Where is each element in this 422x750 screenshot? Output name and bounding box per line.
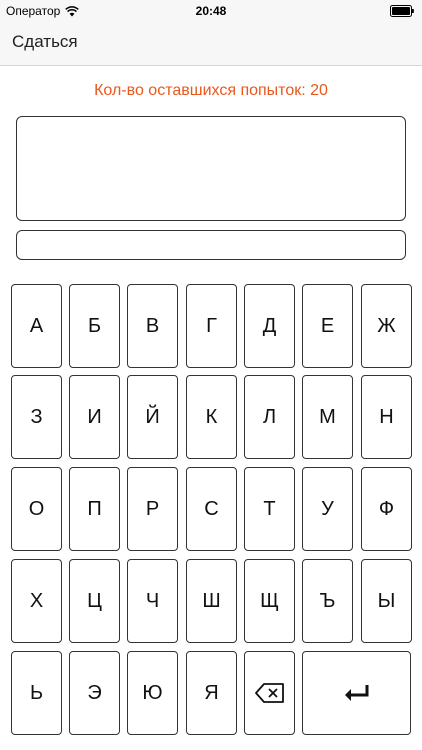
key-letter[interactable]: Р	[127, 467, 178, 551]
key-letter[interactable]: В	[127, 284, 178, 368]
key-letter[interactable]: Ь	[11, 651, 62, 735]
key-letter[interactable]: Н	[361, 375, 412, 459]
key-letter[interactable]: П	[69, 467, 120, 551]
key-letter[interactable]: Д	[244, 284, 295, 368]
status-bar: Оператор 20:48	[0, 0, 422, 22]
nav-bar: Сдаться	[0, 22, 422, 66]
key-letter[interactable]: Г	[186, 284, 237, 368]
key-letter[interactable]: Ж	[361, 284, 412, 368]
key-letter[interactable]: Й	[127, 375, 178, 459]
key-letter[interactable]: О	[11, 467, 62, 551]
key-letter[interactable]: Х	[11, 559, 62, 643]
key-letter[interactable]: И	[69, 375, 120, 459]
key-letter[interactable]: З	[11, 375, 62, 459]
guess-input-field[interactable]	[16, 230, 406, 260]
key-letter[interactable]: Э	[69, 651, 120, 735]
key-letter[interactable]: Я	[186, 651, 237, 735]
key-letter[interactable]: Т	[244, 467, 295, 551]
attempts-remaining-label: Кол-во оставшихся попыток: 20	[94, 82, 328, 99]
backspace-key[interactable]	[244, 651, 295, 735]
status-time: 20:48	[195, 4, 227, 18]
key-letter[interactable]: А	[11, 284, 62, 368]
surrender-button[interactable]: Сдаться	[12, 32, 78, 52]
key-letter[interactable]: Б	[69, 284, 120, 368]
key-letter[interactable]: К	[186, 375, 237, 459]
key-letter[interactable]: Ю	[127, 651, 178, 735]
word-display-box	[16, 116, 406, 221]
key-letter[interactable]: С	[186, 467, 237, 551]
key-letter[interactable]: Ц	[69, 559, 120, 643]
backspace-icon	[254, 683, 284, 703]
key-letter[interactable]: У	[302, 467, 353, 551]
enter-key[interactable]	[302, 651, 411, 735]
key-letter[interactable]: М	[302, 375, 353, 459]
letter-keyboard: АБВГДЕЖ ЗИЙКЛМН ОПРСТУФ ХЦЧШЩЪЫ ЬЭЮЯ	[0, 0, 422, 750]
key-letter[interactable]: Ъ	[302, 559, 353, 643]
enter-icon	[344, 685, 368, 701]
key-letter[interactable]: Щ	[244, 559, 295, 643]
key-letter[interactable]: Ч	[127, 559, 178, 643]
key-letter[interactable]: Ш	[186, 559, 237, 643]
key-letter[interactable]: Л	[244, 375, 295, 459]
key-letter[interactable]: Ф	[361, 467, 412, 551]
key-letter[interactable]: Е	[302, 284, 353, 368]
battery-icon	[390, 5, 414, 17]
key-letter[interactable]: Ы	[361, 559, 412, 643]
